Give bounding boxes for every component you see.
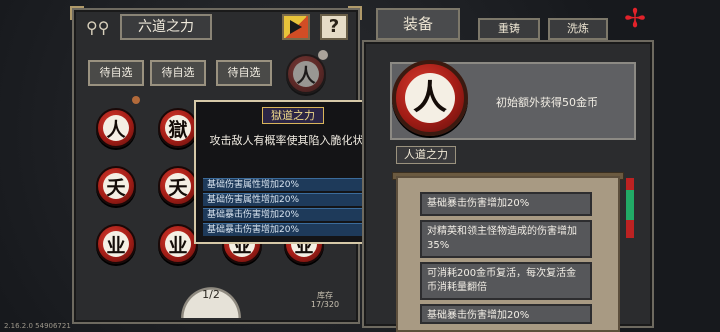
tab-refine[interactable]: 洗炼 xyxy=(548,18,608,40)
rune-glyph: 夭 xyxy=(165,173,191,199)
rune-description: 初始额外获得50金币 xyxy=(496,96,598,109)
rune-tooltip: 獄道之力 ✖ 攻击敌人有概率使其陷入脆化状态 基础伤害属性增加20% 基础伤害属… xyxy=(194,100,388,244)
rune-glyph: 夭 xyxy=(103,173,129,199)
page-fan-selector[interactable]: 1/2 xyxy=(176,282,246,318)
lock-icon xyxy=(318,50,328,60)
tab-reforge[interactable]: 重铸 xyxy=(478,18,540,40)
small-dot-icon xyxy=(132,96,140,104)
effect-entry: 基础暴击伤害增加20% xyxy=(420,192,592,216)
rune-slot-top[interactable]: 人 xyxy=(286,54,326,94)
pinwheel-icon[interactable]: ✢ xyxy=(620,4,650,34)
arrow-icon xyxy=(290,20,302,34)
effect-entry: 基础暴击伤害增加20% xyxy=(420,304,592,324)
effect-entry: 可消耗200金币复活，每次复活金币消耗量翻倍 xyxy=(420,262,592,300)
auto-pick-icon[interactable] xyxy=(282,14,310,40)
rune-slot[interactable]: 业 xyxy=(158,224,198,264)
effects-scroll[interactable]: 基础暴击伤害增加20% 对精英和领主怪物造成的伤害增加35% 可消耗200金币复… xyxy=(396,176,620,332)
storage-value: 17/320 xyxy=(310,300,340,309)
effect-entry: 对精英和领主怪物造成的伤害增加35% xyxy=(420,220,592,258)
rune-slot[interactable]: 夭 xyxy=(96,166,136,206)
tooltip-stat-row: 基础暴击伤害增加20% xyxy=(203,208,381,221)
version-text: 2.16.2.0 54906721 xyxy=(4,322,71,330)
page-indicator: 1/2 xyxy=(202,288,220,301)
tooltip-title: 獄道之力 xyxy=(262,107,324,124)
rune-glyph: 人 xyxy=(405,73,455,123)
panel-title: 六道之力 xyxy=(120,14,212,40)
tooltip-description: 攻击敌人有概率使其陷入脆化状态 xyxy=(209,134,375,147)
corner-ornament xyxy=(70,6,84,20)
scroll-tassel-icon xyxy=(626,178,634,238)
tab-equip[interactable]: 装备 xyxy=(376,8,460,40)
rune-glyph: 业 xyxy=(103,231,129,257)
rune-slot[interactable]: 人 xyxy=(96,108,136,148)
pick-slot-button-3[interactable]: 待自选 xyxy=(216,60,272,86)
rune-slot[interactable]: 夭 xyxy=(158,166,198,206)
rune-glyph: 人 xyxy=(103,115,129,141)
rune-slot[interactable]: 业 xyxy=(96,224,136,264)
rune-glyph: 人 xyxy=(293,61,319,87)
equipped-rune[interactable]: 人 xyxy=(392,60,468,136)
corner-ornament xyxy=(348,6,362,20)
pick-slot-button-1[interactable]: 待自选 xyxy=(88,60,144,86)
rune-name-plate: 人道之力 xyxy=(396,146,456,164)
tooltip-stat-row: 基础伤害属性增加20% xyxy=(203,193,381,206)
pick-slot-button-2[interactable]: 待自选 xyxy=(150,60,206,86)
tooltip-stat-row: 基础伤害属性增加20% xyxy=(203,178,381,191)
tooltip-stat-row: 基础暴击伤害增加20% xyxy=(203,223,381,236)
rune-glyph: 獄 xyxy=(165,115,191,141)
trident-icon: ⚲⚲ xyxy=(86,18,110,37)
rune-glyph: 业 xyxy=(165,231,191,257)
help-button[interactable]: ? xyxy=(320,14,348,40)
rune-slot[interactable]: 獄 xyxy=(158,108,198,148)
